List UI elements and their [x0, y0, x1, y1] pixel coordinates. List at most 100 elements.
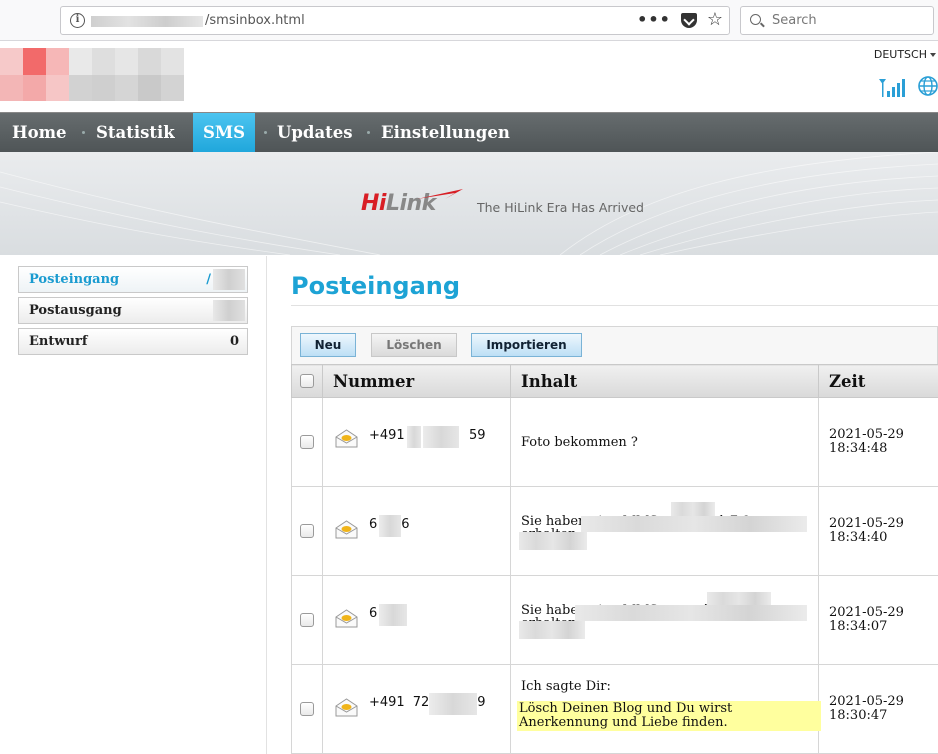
page-title: Posteingang	[291, 272, 461, 300]
row-select-cell	[291, 486, 323, 576]
open-envelope-icon	[335, 520, 358, 539]
message-highlight: Lösch Deinen Blog und Du wirst Anerkennu…	[517, 700, 821, 731]
message-text: Foto bekommen ?	[521, 434, 638, 450]
number-redacted	[379, 515, 401, 537]
number-redacted	[379, 604, 407, 626]
logo-redacted	[0, 48, 184, 101]
sender-number-start: 6	[369, 517, 378, 532]
column-header-content[interactable]: Inhalt	[510, 364, 819, 398]
url-path: /smsinbox.html	[205, 13, 305, 28]
delete-button[interactable]: Löschen	[371, 333, 457, 357]
nav-einstellungen[interactable]: Einstellungen	[371, 113, 520, 153]
time-cell: 2021-05-29 18:30:47	[818, 664, 938, 754]
content-cell[interactable]: Ich sagte Dir: Lösch Deinen Blog und Du …	[510, 664, 821, 754]
row-checkbox[interactable]	[300, 613, 314, 627]
language-select[interactable]: DEUTSCH	[874, 48, 936, 61]
row-select-cell	[291, 575, 323, 665]
info-icon[interactable]: i	[70, 13, 85, 28]
banner-tagline: The HiLink Era Has Arrived	[477, 200, 644, 215]
divider	[291, 305, 938, 306]
row-select-cell	[291, 664, 323, 754]
time-cell: 2021-05-29 18:34:07	[818, 575, 938, 665]
message-date: 2021-05-29	[829, 516, 904, 531]
message-date: 2021-05-29	[829, 427, 904, 442]
nav-separator	[367, 131, 370, 134]
sender-number-mid: 72	[412, 695, 430, 710]
sender-number: 6	[369, 606, 378, 621]
number-cell[interactable]: 6	[322, 575, 511, 665]
new-button[interactable]: Neu	[300, 333, 356, 357]
content-redacted	[581, 516, 807, 532]
sidebar-item-label: Entwurf	[29, 334, 88, 349]
content-redacted	[707, 592, 771, 606]
more-actions-icon[interactable]: •••	[637, 11, 671, 29]
main-nav: Home Statistik SMS Updates Einstellungen	[0, 112, 938, 153]
content-redacted	[519, 532, 587, 550]
browser-search-input[interactable]: Search	[740, 6, 934, 35]
message-date: 2021-05-29	[829, 605, 904, 620]
row-checkbox[interactable]	[300, 702, 314, 716]
row-select-cell	[291, 397, 323, 487]
sidebar-item-label: Postausgang	[29, 303, 122, 318]
logo-hi: Hi	[361, 191, 386, 216]
nav-home[interactable]: Home	[2, 113, 77, 153]
url-host-redacted	[91, 16, 203, 27]
sidebar-item-posteingang[interactable]: Posteingang /	[18, 266, 248, 293]
message-time: 18:30:47	[829, 708, 888, 723]
column-header-number[interactable]: Nummer	[322, 364, 511, 398]
language-label: DEUTSCH	[873, 48, 927, 61]
number-redacted	[429, 693, 477, 715]
sms-toolbar: Neu Löschen Importieren	[291, 326, 938, 364]
sidebar-item-entwurf[interactable]: Entwurf 0	[18, 328, 248, 355]
sidebar-item-postausgang[interactable]: Postausgang	[18, 297, 248, 324]
number-cell[interactable]: 66	[322, 486, 511, 576]
sender-number-start: +491	[369, 428, 405, 443]
column-header-time[interactable]: Zeit	[818, 364, 938, 398]
url-bar[interactable]: i /smsinbox.html ••• ☆	[60, 6, 730, 35]
sms-table: Nummer Inhalt Zeit +491759 Foto bekommen…	[291, 364, 938, 754]
row-checkbox[interactable]	[300, 524, 314, 538]
message-time: 18:34:07	[829, 619, 888, 634]
pocket-icon[interactable]	[680, 12, 697, 28]
globe-icon	[918, 76, 938, 96]
sidebar-item-count: /	[206, 272, 211, 287]
content-redacted	[671, 502, 715, 516]
sidebar-item-count: 0	[229, 334, 239, 349]
select-all-checkbox[interactable]	[300, 374, 314, 388]
sender-number-end: 9	[477, 695, 486, 710]
number-cell[interactable]: +491 72 9	[322, 664, 511, 754]
count-redacted	[213, 300, 245, 321]
content-cell[interactable]: Sie haben eine MMS von +491 7 9 erhalten…	[510, 486, 819, 576]
content-cell[interactable]: Foto bekommen ?	[510, 397, 819, 487]
sidebar: Posteingang / Postausgang Entwurf 0	[0, 256, 267, 754]
open-envelope-icon	[335, 609, 358, 628]
message-date: 2021-05-29	[829, 694, 904, 709]
open-envelope-icon	[335, 698, 358, 717]
select-all-header	[291, 364, 323, 398]
content-cell[interactable]: Sie haben eine MMS von +491 72 9 erhalte…	[510, 575, 819, 665]
content-redacted	[575, 605, 807, 621]
sender-number-end: 6	[401, 517, 410, 532]
nav-separator	[82, 131, 85, 134]
table-row[interactable]: 6 Sie haben eine MMS von +491 72 9 erhal…	[291, 575, 938, 665]
chevron-down-icon	[930, 53, 936, 57]
number-redacted	[423, 426, 459, 448]
sender-number-end: 59	[469, 428, 486, 443]
table-row[interactable]: +491759 Foto bekommen ? 2021-05-29 18:34…	[291, 397, 938, 487]
number-redacted	[407, 426, 421, 448]
signal-strength-icon	[879, 79, 905, 97]
number-cell[interactable]: +491759	[322, 397, 511, 487]
nav-updates[interactable]: Updates	[267, 113, 363, 153]
table-row[interactable]: 66 Sie haben eine MMS von +491 7 9 erhal…	[291, 486, 938, 576]
row-checkbox[interactable]	[300, 435, 314, 449]
table-row[interactable]: +491 72 9 Ich sagte Dir: Lösch Deinen Blog…	[291, 664, 938, 754]
nav-sms[interactable]: SMS	[193, 113, 255, 153]
nav-statistik[interactable]: Statistik	[86, 113, 185, 153]
content-redacted	[519, 621, 585, 639]
search-placeholder: Search	[772, 13, 817, 28]
browser-toolbar: i /smsinbox.html ••• ☆ Search	[0, 0, 938, 41]
import-button[interactable]: Importieren	[471, 333, 582, 357]
banner: HiLink The HiLink Era Has Arrived	[0, 152, 938, 255]
time-cell: 2021-05-29 18:34:48	[818, 397, 938, 487]
bookmark-star-icon[interactable]: ☆	[707, 11, 723, 29]
